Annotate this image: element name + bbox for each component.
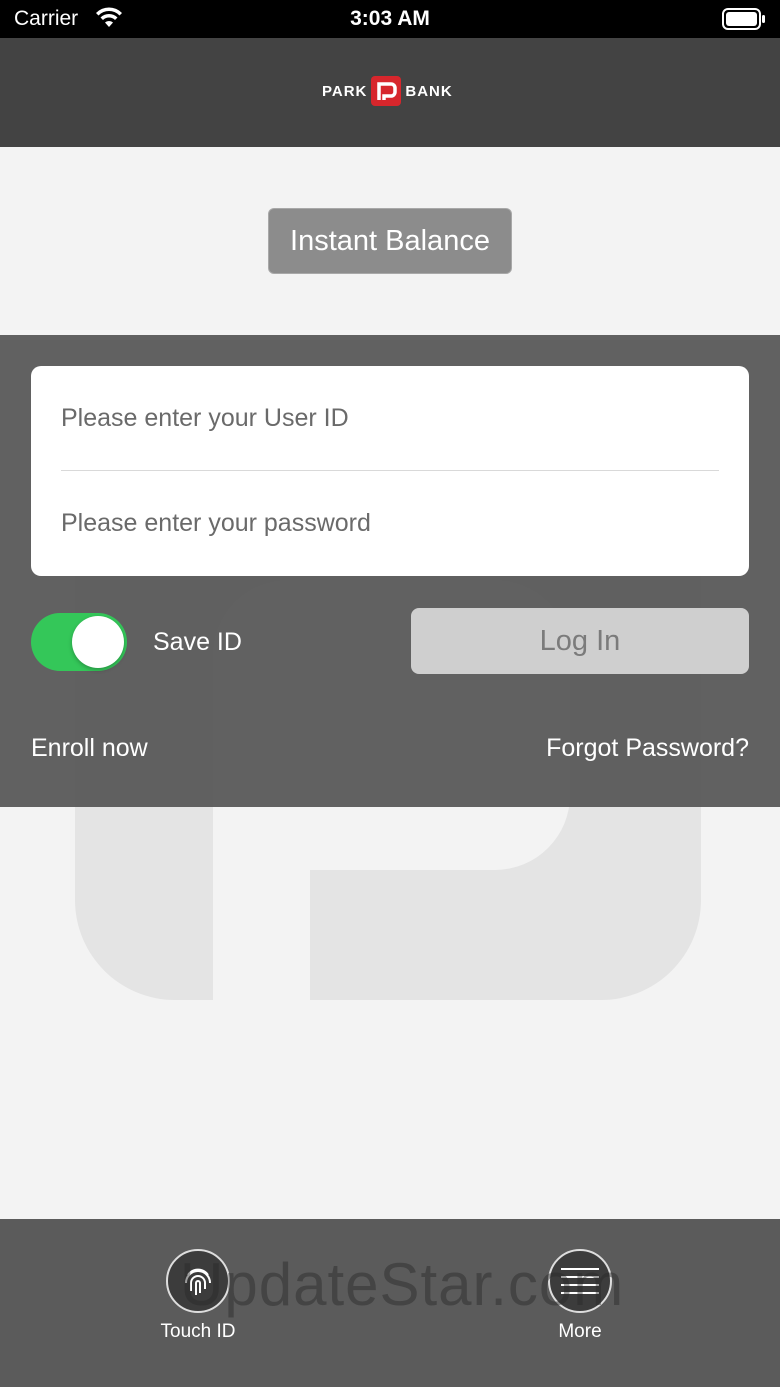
park-bank-mark-icon [371, 76, 402, 106]
touch-id-label: Touch ID [160, 1321, 236, 1342]
battery-icon [722, 8, 766, 35]
login-panel: Please enter your User ID Please enter y… [0, 335, 780, 807]
login-button[interactable]: Log In [411, 608, 749, 674]
status-bar: Carrier 3:03 AM [0, 0, 780, 38]
save-id-toggle[interactable] [31, 613, 127, 671]
menu-icon [548, 1249, 612, 1313]
more-button[interactable]: More [500, 1249, 660, 1343]
more-label: More [558, 1321, 602, 1342]
login-card: Please enter your User ID Please enter y… [31, 366, 749, 576]
app-header: PARK BANK [0, 38, 780, 147]
logo-text-park: PARK [322, 82, 368, 100]
save-id-label: Save ID [153, 628, 242, 656]
enroll-now-link[interactable]: Enroll now [31, 734, 148, 763]
forgot-password-link[interactable]: Forgot Password? [546, 734, 749, 763]
park-bank-logo: PARK BANK [322, 76, 453, 106]
user-id-input[interactable]: Please enter your User ID [61, 366, 719, 471]
status-time: 3:03 AM [350, 7, 430, 30]
password-input[interactable]: Please enter your password [61, 471, 719, 575]
instant-balance-button[interactable]: Instant Balance [268, 208, 512, 274]
logo-text-bank: BANK [405, 82, 453, 100]
touch-id-button[interactable]: Touch ID [118, 1249, 278, 1343]
instant-balance-area: Instant Balance [0, 147, 780, 335]
fingerprint-icon [166, 1249, 230, 1313]
toggle-knob [72, 616, 124, 668]
bottom-bar: Touch ID More [0, 1219, 780, 1387]
